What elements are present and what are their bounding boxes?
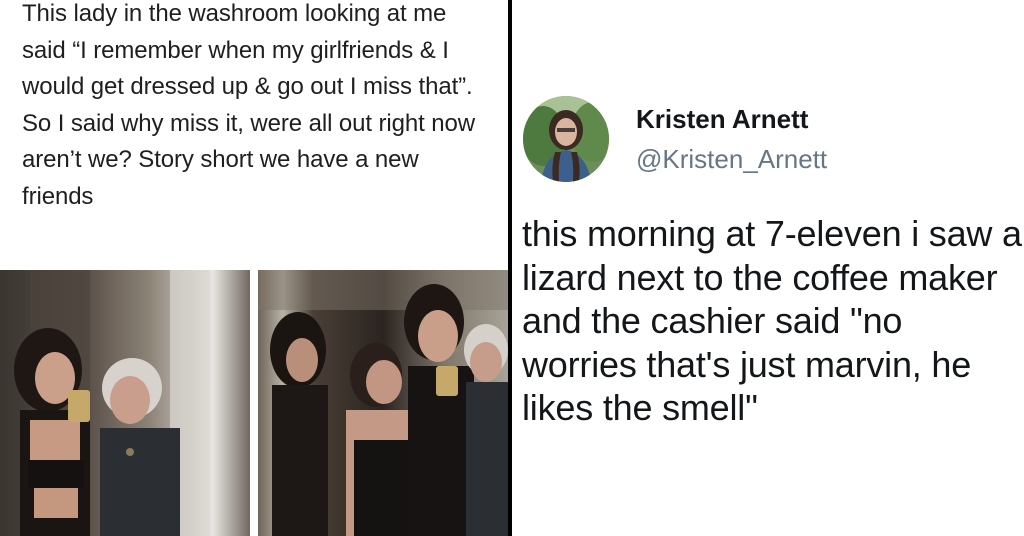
- user-handle[interactable]: @Kristen_Arnett: [636, 144, 827, 175]
- mirror-selfie-photo-1: [0, 270, 250, 536]
- mirror-selfie-photo-2: [258, 270, 508, 536]
- tweet-card: Kristen Arnett @Kristen_Arnett this morn…: [512, 0, 1024, 536]
- photo-row: [0, 270, 508, 536]
- post-text: This lady in the washroom looking at me …: [22, 0, 476, 210]
- tweet-text: this morning at 7-eleven i saw a lizard …: [522, 213, 1022, 428]
- social-post: This lady in the washroom looking at me …: [0, 0, 508, 536]
- avatar[interactable]: [523, 96, 609, 182]
- left-meme-panel: This lady in the washroom looking at me …: [0, 0, 512, 536]
- display-name[interactable]: Kristen Arnett: [636, 104, 808, 135]
